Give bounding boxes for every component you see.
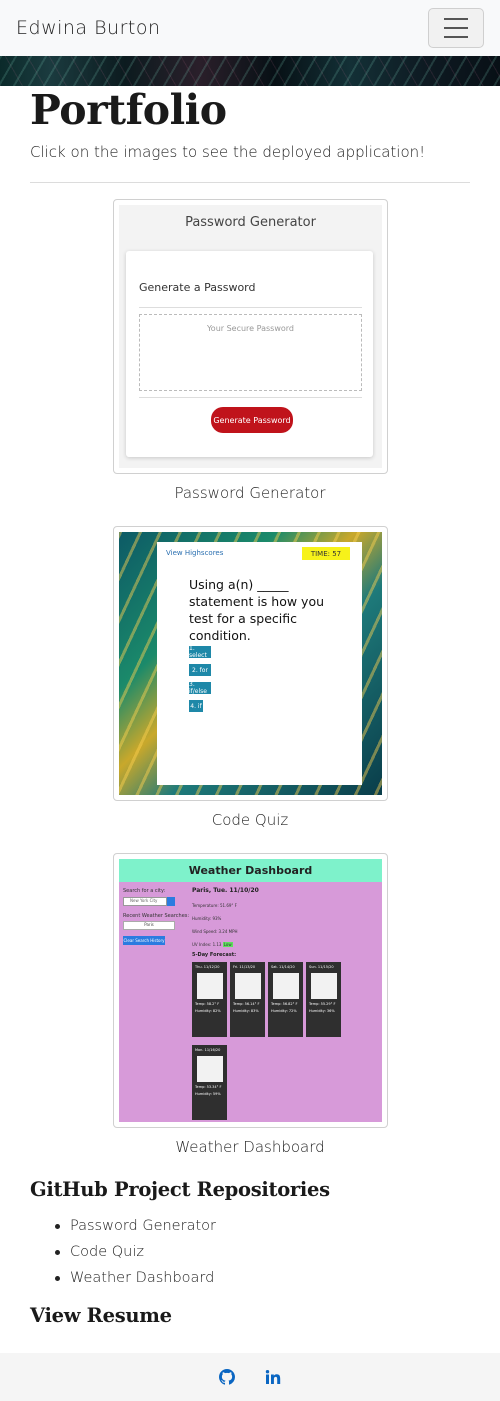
hamburger-menu-icon: [444, 18, 468, 20]
page-title: Portfolio: [30, 86, 227, 134]
forecast-day-card: Sat. 11/14/20 Temp: 56.82° F Humidity: 72…: [268, 962, 303, 1037]
github-icon[interactable]: [219, 1369, 235, 1385]
project-card-password-generator[interactable]: Password Generator Generate a Password Y…: [113, 199, 388, 474]
project-caption: Password Generator: [174, 484, 326, 502]
navbar: Edwina Burton: [0, 0, 500, 56]
forecast-day-card: Thu. 11/12/20 Temp: 58.2° F Humidity: 82%: [192, 962, 227, 1037]
project-card-weather-dashboard[interactable]: Weather Dashboard Search for a city: New…: [113, 853, 388, 1128]
project-caption: Weather Dashboard: [175, 1138, 325, 1156]
weather-dashboard-screenshot: Weather Dashboard Search for a city: New…: [119, 859, 382, 1122]
page-subtitle: Click on the images to see the deployed …: [30, 143, 426, 161]
repository-link[interactable]: Code Quiz: [55, 1239, 216, 1265]
hero-banner-image: [0, 56, 500, 86]
project-card-code-quiz[interactable]: View Highscores TIME: 57 Using a(n) ____…: [113, 526, 388, 801]
brand-name[interactable]: Edwina Burton: [16, 17, 161, 39]
resume-link[interactable]: View Resume: [30, 1304, 172, 1327]
hamburger-menu-button[interactable]: [428, 8, 484, 48]
repository-link[interactable]: Weather Dashboard: [55, 1265, 216, 1291]
repositories-list: Password Generator Code Quiz Weather Das…: [55, 1213, 216, 1291]
project-caption: Code Quiz: [211, 811, 289, 829]
footer: [0, 1353, 500, 1401]
divider: [30, 182, 470, 183]
repositories-heading: GitHub Project Repositories: [30, 1178, 330, 1201]
repository-link[interactable]: Password Generator: [55, 1213, 216, 1239]
forecast-day-card: Mon. 11/16/20 Temp: 53.34° F Humidity: 59…: [192, 1045, 227, 1120]
forecast-day-card: Sun. 11/15/20 Temp: 55.29° F Humidity: 36…: [306, 962, 341, 1037]
linkedin-icon[interactable]: [265, 1369, 281, 1385]
password-generator-screenshot: Password Generator Generate a Password Y…: [119, 205, 382, 468]
code-quiz-screenshot: View Highscores TIME: 57 Using a(n) ____…: [119, 532, 382, 795]
forecast-day-card: Fri. 11/13/20 Temp: 56.14° F Humidity: 83…: [230, 962, 265, 1037]
